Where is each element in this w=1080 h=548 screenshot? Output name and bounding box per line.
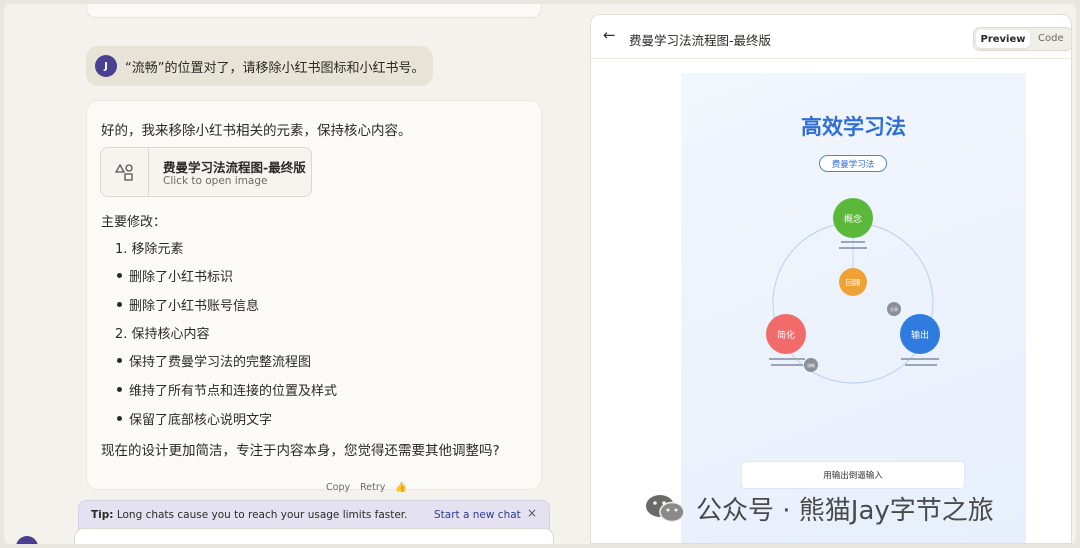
list-item: 删除了小红书标识: [129, 270, 234, 285]
copy-button[interactable]: Copy: [326, 482, 350, 496]
assistant-intro: 好的，我来移除小红书相关的元素，保持核心内容。: [101, 123, 412, 139]
list-item: 删除了小红书账号信息: [129, 299, 260, 314]
bullet-dot: [117, 358, 122, 363]
bullet-dot: [117, 416, 122, 421]
badge-right-label: 分享: [890, 306, 898, 312]
watermark: 公众号 · 熊猫Jay字节之旅: [644, 490, 1064, 526]
node-right-label: 输出: [911, 329, 929, 341]
artifact-title: 费曼学习法流程图-最终版: [163, 160, 306, 175]
node-center: 回顾: [839, 268, 867, 296]
node-desc-placeholder: [841, 241, 865, 243]
list-item: 1. 移除元素: [115, 242, 184, 257]
assistant-message: 好的，我来移除小红书相关的元素，保持核心内容。 费曼学习法流程图-最终版 Cli…: [86, 100, 542, 490]
artifact-panel: ← 费曼学习法流程图-最终版 Preview Code 高效学习法 费曼学习法 …: [590, 14, 1072, 544]
close-icon[interactable]: ×: [527, 506, 537, 520]
retry-button[interactable]: Retry: [360, 482, 385, 496]
usage-tip-banner: Tip: Long chats cause you to reach your …: [78, 500, 550, 530]
list-item: 2. 保持核心内容: [115, 327, 210, 342]
assistant-closing: 现在的设计更加简洁，专注于内容本身，您觉得还需要其他调整吗?: [101, 443, 500, 459]
list-item: 维持了所有节点和连接的位置及样式: [129, 384, 338, 399]
node-desc-placeholder: [905, 364, 937, 366]
bullet-dot: [117, 387, 122, 392]
node-top-label: 概念: [844, 213, 862, 225]
node-desc-placeholder: [771, 364, 803, 366]
user-avatar[interactable]: J: [95, 55, 117, 77]
node-desc-placeholder: [901, 358, 939, 360]
panel-title: 费曼学习法流程图-最终版: [629, 33, 772, 48]
shapes-icon: [101, 148, 149, 196]
poster-footer: 用输出倒逼输入: [741, 461, 965, 489]
list-item: 保留了底部核心说明文字: [129, 413, 273, 428]
node-top: 概念: [833, 198, 873, 249]
watermark-text: 公众号 · 熊猫Jay字节之旅: [696, 495, 994, 526]
node-desc-placeholder: [769, 358, 805, 360]
node-desc-placeholder: [839, 247, 867, 249]
back-arrow-icon[interactable]: ←: [603, 26, 616, 44]
badge-left-label: 流畅: [807, 362, 815, 368]
list-item: 保持了费曼学习法的完整流程图: [129, 355, 312, 370]
thumbs-up-icon[interactable]: 👍: [395, 482, 407, 496]
bullet-dot: [117, 302, 122, 307]
account-avatar[interactable]: [16, 536, 38, 544]
badge-left: 流畅: [804, 358, 818, 372]
panel-header: ← 费曼学习法流程图-最终版 Preview Code: [591, 15, 1071, 59]
artifact-card[interactable]: 费曼学习法流程图-最终版 Click to open image: [100, 147, 312, 197]
app-window: J “流畅”的位置对了，请移除小红书图标和小红书号。 好的，我来移除小红书相关的…: [4, 4, 1076, 544]
start-new-chat-link[interactable]: Start a new chat: [434, 509, 521, 521]
badge-right: 分享: [887, 302, 901, 316]
node-left: 简化: [766, 314, 806, 366]
node-left-label: 简化: [777, 329, 795, 341]
node-center-label: 回顾: [846, 278, 861, 287]
previous-message-card: [86, 4, 542, 18]
tip-label: Tip:: [91, 509, 114, 521]
artifact-subtitle: Click to open image: [163, 175, 268, 187]
flowchart-image: 高效学习法 费曼学习法 概念 回顾 简化 输出 分享 流畅 用输出倒逼输入: [681, 73, 1026, 543]
tip-message: Long chats cause you to reach your usage…: [116, 509, 408, 521]
view-toggle: Preview Code: [973, 27, 1071, 51]
user-message: J “流畅”的位置对了，请移除小红书图标和小红书号。: [86, 46, 433, 86]
chat-column: J “流畅”的位置对了，请移除小红书图标和小红书号。 好的，我来移除小红书相关的…: [4, 4, 588, 544]
user-message-text: “流畅”的位置对了，请移除小红书图标和小红书号。: [125, 60, 425, 76]
tip-text: Tip: Long chats cause you to reach your …: [91, 509, 408, 521]
message-composer[interactable]: [74, 528, 554, 544]
wechat-logo-icon: [646, 495, 685, 523]
tab-code[interactable]: Code: [1038, 33, 1064, 44]
changes-heading: 主要修改：: [101, 215, 167, 230]
bullet-dot: [117, 273, 122, 278]
node-right: 输出: [900, 314, 940, 366]
tab-preview[interactable]: Preview: [976, 30, 1030, 48]
message-actions: Copy Retry 👍: [326, 482, 466, 496]
